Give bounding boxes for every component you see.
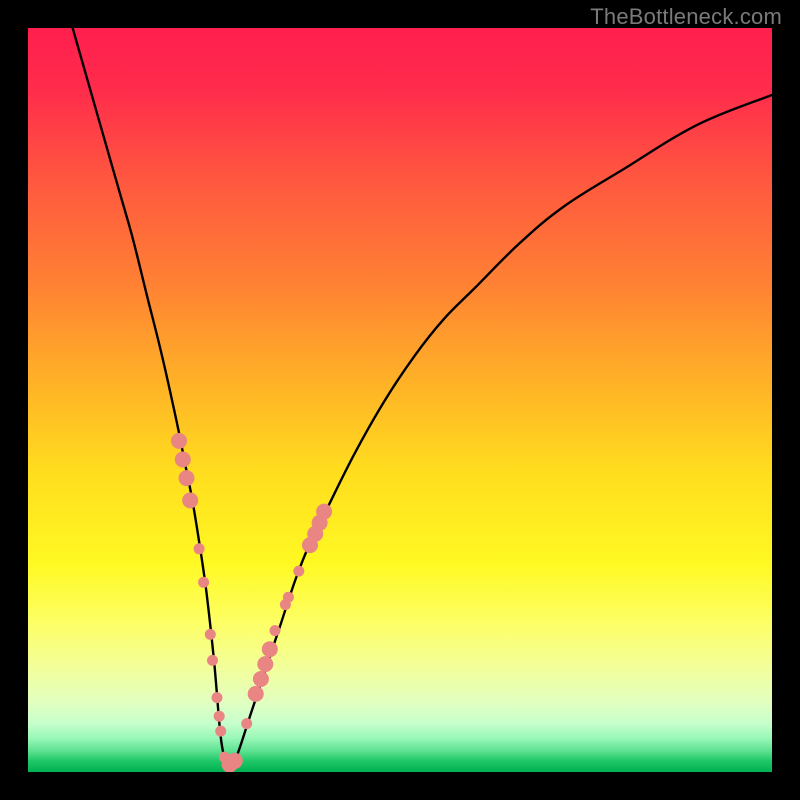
watermark-text: TheBottleneck.com [590, 4, 782, 30]
data-point-dot [215, 726, 226, 737]
plot-area [28, 28, 772, 772]
data-point-dot [262, 641, 278, 657]
data-point-dot [182, 492, 198, 508]
data-point-dot [179, 470, 195, 486]
bottleneck-curve [73, 28, 772, 766]
data-point-dot [212, 692, 223, 703]
data-point-dot [171, 433, 187, 449]
data-point-dot [257, 656, 273, 672]
data-point-dot [205, 629, 216, 640]
data-point-dot [253, 671, 269, 687]
data-point-dot [175, 452, 191, 468]
bottleneck-chart [28, 28, 772, 772]
data-point-dot [194, 543, 205, 554]
chart-stage: TheBottleneck.com [0, 0, 800, 800]
data-point-dot [214, 711, 225, 722]
data-point-dot [198, 577, 209, 588]
data-point-dot [293, 566, 304, 577]
data-point-dot [207, 655, 218, 666]
data-point-dot [241, 718, 252, 729]
data-point-dot [227, 753, 243, 769]
data-point-dot [248, 686, 264, 702]
data-point-dot [316, 504, 332, 520]
data-point-dot [270, 625, 281, 636]
data-point-dot [283, 592, 294, 603]
